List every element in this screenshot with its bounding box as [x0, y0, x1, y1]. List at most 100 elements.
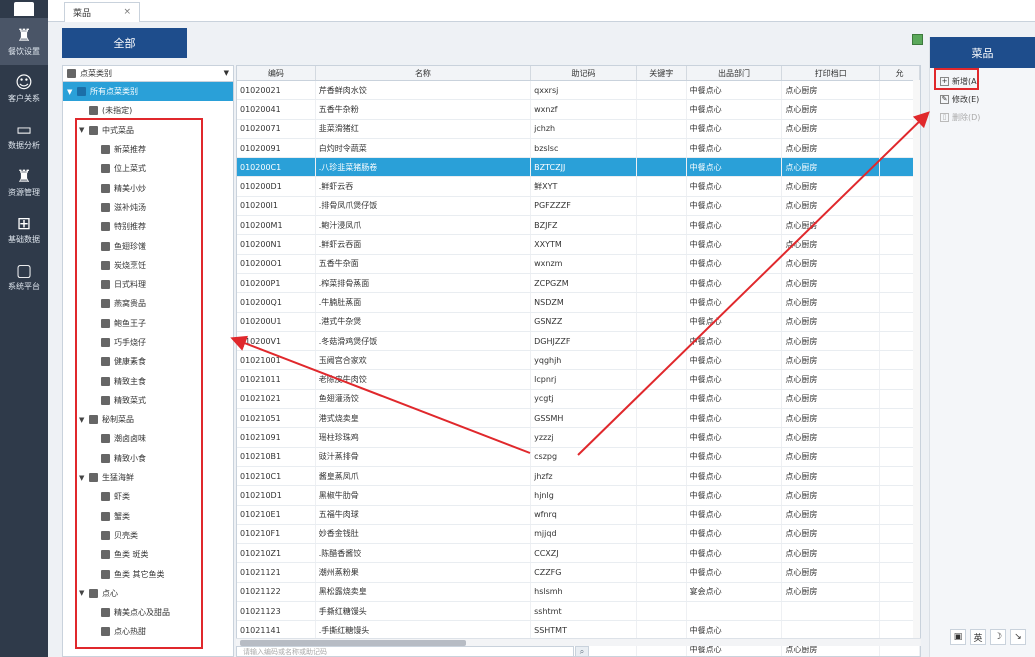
col-header-name[interactable]: 名称: [316, 66, 532, 80]
arrow-icon[interactable]: ↘: [1010, 629, 1026, 645]
nav-item-resource-management[interactable]: ♜ 资源管理: [0, 159, 48, 206]
table-row[interactable]: 01021021 鱼翅灌汤饺 ycgtj 中餐点心 点心厨房: [237, 389, 920, 410]
cell-mnemonic: yqghjh: [531, 351, 637, 370]
monitor-icon: ▢: [15, 261, 33, 281]
col-header-print-station[interactable]: 打印档口: [782, 66, 881, 80]
all-button[interactable]: 全部: [62, 28, 187, 58]
table-row[interactable]: 010210E1 五福牛肉球 wfnrq 中餐点心 点心厨房: [237, 505, 920, 525]
col-header-allow[interactable]: 允: [880, 66, 920, 80]
table-row[interactable]: 010200I1 .排骨凤爪煲仔饭 PGFZZZF 中餐点心 点心厨房: [237, 196, 920, 217]
grid-vertical-scrollbar[interactable]: [913, 80, 920, 638]
cell-keyword: [637, 389, 687, 409]
col-header-keyword[interactable]: 关键字: [637, 66, 687, 80]
edit-button[interactable]: ✎ 修改(E): [930, 90, 1035, 108]
table-row[interactable]: 01020071 韭菜滑猪红 jchzh 中餐点心 点心厨房: [237, 119, 920, 139]
table-row[interactable]: 010200N1 .鲜虾云吞面 XXYTM 中餐点心 点心厨房: [237, 235, 920, 255]
cell-print-station: 点心厨房: [782, 312, 881, 331]
table-row[interactable]: 010200M1 .鲍汁浸凤爪 BZJFZ 中餐点心 点心厨房: [237, 216, 920, 236]
cell-print-station: 点心厨房: [782, 273, 881, 293]
cell-name: .鲍汁浸凤爪: [316, 216, 532, 235]
table-row[interactable]: 01021122 黑松露烧卖皇 hslsmh 宴会点心 点心厨房: [237, 582, 920, 603]
col-header-mnemonic[interactable]: 助记码: [531, 66, 637, 80]
cell-keyword: [637, 216, 687, 235]
cell-code: 010200P1: [237, 273, 316, 293]
category-combo[interactable]: 点菜类别 ▼: [63, 66, 233, 82]
table-row[interactable]: 01021121 潮州蒸粉果 CZZFG 中餐点心 点心厨房: [237, 563, 920, 583]
table-row[interactable]: 01021051 港式烧卖皇 GSSMH 中餐点心 点心厨房: [237, 409, 920, 429]
table-row[interactable]: 010210C1 酱皇蒸凤爪 jhzfz 中餐点心 点心厨房: [237, 466, 920, 487]
action-label: 修改(E): [952, 94, 980, 104]
chevron-down-icon[interactable]: ▼: [224, 69, 229, 77]
table-row[interactable]: 01021001 玉阙宫合家欢 yqghjh 中餐点心 点心厨房: [237, 351, 920, 371]
table-row[interactable]: 010200V1 .冬菇滑鸡煲仔饭 DGHJZZF 中餐点心 点心厨房: [237, 331, 920, 352]
settings-icon[interactable]: [912, 34, 923, 45]
cell-print-station: 点心厨房: [782, 563, 881, 582]
cell-keyword: [637, 235, 687, 254]
table-row[interactable]: 010210F1 妙香金钱肚 mjjqd 中餐点心 点心厨房: [237, 524, 920, 545]
table-row[interactable]: 01020021 芹香鲜肉水饺 qxxrsj 中餐点心 点心厨房: [237, 81, 920, 101]
tree-node[interactable]: ▼ 所有点菜类别: [63, 82, 233, 102]
table-row[interactable]: 010200D1 .鲜虾云吞 鲜XYT 中餐点心 点心厨房: [237, 177, 920, 197]
cell-mnemonic: ycgtj: [531, 389, 637, 409]
grid-horizontal-scrollbar[interactable]: [236, 638, 921, 646]
cell-code: 01021141: [237, 621, 316, 640]
keyboard-icon[interactable]: ▣: [950, 629, 966, 645]
table-row[interactable]: 010200Q1 .牛腩肚蒸面 NSDZM 中餐点心 点心厨房: [237, 293, 920, 313]
grid-header: 编码 名称 助记码 关键字 出品部门 打印档口 允: [237, 66, 920, 81]
search-icon[interactable]: ⌕: [575, 646, 589, 657]
table-row[interactable]: 01021091 瑶柱珍珠鸡 yzzzj 中餐点心 点心厨房: [237, 428, 920, 448]
table-row[interactable]: 01021123 手撕红糖馒头 sshtmt: [237, 602, 920, 622]
tab-dishes[interactable]: 菜品 ×: [64, 2, 140, 22]
cell-print-station: 点心厨房: [782, 505, 881, 524]
cell-keyword: [637, 505, 687, 524]
grid-body: 01020021 芹香鲜肉水饺 qxxrsj 中餐点心 点心厨房 01020041 五香牛杂…: [237, 81, 920, 656]
col-header-code[interactable]: 编码: [237, 66, 316, 80]
cell-department: 宴会点心: [687, 582, 783, 602]
cell-mnemonic: GSSMH: [531, 409, 637, 428]
tree-node-label: 所有点菜类别: [90, 87, 138, 97]
nav-item-data-analysis[interactable]: ▭ 数据分析: [0, 112, 48, 159]
nav-item-basic-data[interactable]: ⊞ 基础数据: [0, 206, 48, 253]
table-row[interactable]: 010200C1 .八珍韭菜猪肠卷 BZTCZJJ 中餐点心 点心厨房: [237, 158, 920, 178]
person-icon: ♜: [16, 167, 32, 187]
nav-item-customer-relations[interactable]: ☺ 客户关系: [0, 65, 48, 112]
nav-item-system-platform[interactable]: ▢ 系统平台: [0, 253, 48, 300]
table-row[interactable]: 010210D1 黑椒牛肋骨 hjnlg 中餐点心 点心厨房: [237, 486, 920, 506]
cell-department: [687, 602, 783, 621]
cell-department: 中餐点心: [687, 486, 783, 505]
table-row[interactable]: 01020091 白灼时令蔬菜 bzslsc 中餐点心 点心厨房: [237, 138, 920, 159]
cell-code: 010210Z1: [237, 544, 316, 563]
cell-mnemonic: cszpg: [531, 447, 637, 466]
cell-print-station: 点心厨房: [782, 138, 881, 158]
expand-toggle-icon[interactable]: ▼: [67, 88, 77, 96]
cell-department: 中餐点心: [687, 409, 783, 428]
cell-keyword: [637, 409, 687, 428]
cell-mnemonic: NSDZM: [531, 293, 637, 312]
search-input[interactable]: 请输入编码或名称或助记码 ⌕: [236, 646, 589, 657]
language-icon[interactable]: 英: [970, 629, 986, 645]
cell-mnemonic: jhzfz: [531, 466, 637, 486]
table-row[interactable]: 01020041 五香牛杂粉 wxnzf 中餐点心 点心厨房: [237, 100, 920, 120]
cell-department: 中餐点心: [687, 119, 783, 138]
tree-node-label: (未指定): [102, 106, 133, 116]
table-row[interactable]: 010200O1 五香牛杂面 wxnzm 中餐点心 点心厨房: [237, 254, 920, 274]
cell-code: 01020021: [237, 81, 316, 100]
waiter-icon: ♜: [16, 26, 32, 46]
cell-print-station: 点心厨房: [782, 428, 881, 447]
table-row[interactable]: 010200U1 .港式牛杂煲 GSNZZ 中餐点心 点心厨房: [237, 312, 920, 332]
nav-item-catering-settings[interactable]: ♜ 餐饮设置: [0, 18, 48, 65]
close-icon[interactable]: ×: [123, 7, 131, 17]
cell-print-station: 点心厨房: [782, 158, 881, 177]
moon-icon[interactable]: ☽: [990, 629, 1006, 645]
folder-icon: [67, 69, 76, 78]
cell-code: 01020091: [237, 138, 316, 158]
table-row[interactable]: 010210Z1 .陈醋香酱饺 CCXZJ 中餐点心 点心厨房: [237, 544, 920, 564]
table-row[interactable]: 01021011 老陈皮牛肉饺 lcpnrj 中餐点心 点心厨房: [237, 370, 920, 390]
delete-button[interactable]: ▯ 删除(D): [930, 108, 1035, 126]
col-header-department[interactable]: 出品部门: [687, 66, 783, 80]
cell-keyword: [637, 177, 687, 196]
cell-keyword: [637, 196, 687, 216]
cell-print-station: 点心厨房: [782, 582, 881, 602]
table-row[interactable]: 010200P1 .榨菜排骨蒸面 ZCPGZM 中餐点心 点心厨房: [237, 273, 920, 294]
table-row[interactable]: 010210B1 豉汁蒸排骨 cszpg 中餐点心 点心厨房: [237, 447, 920, 467]
